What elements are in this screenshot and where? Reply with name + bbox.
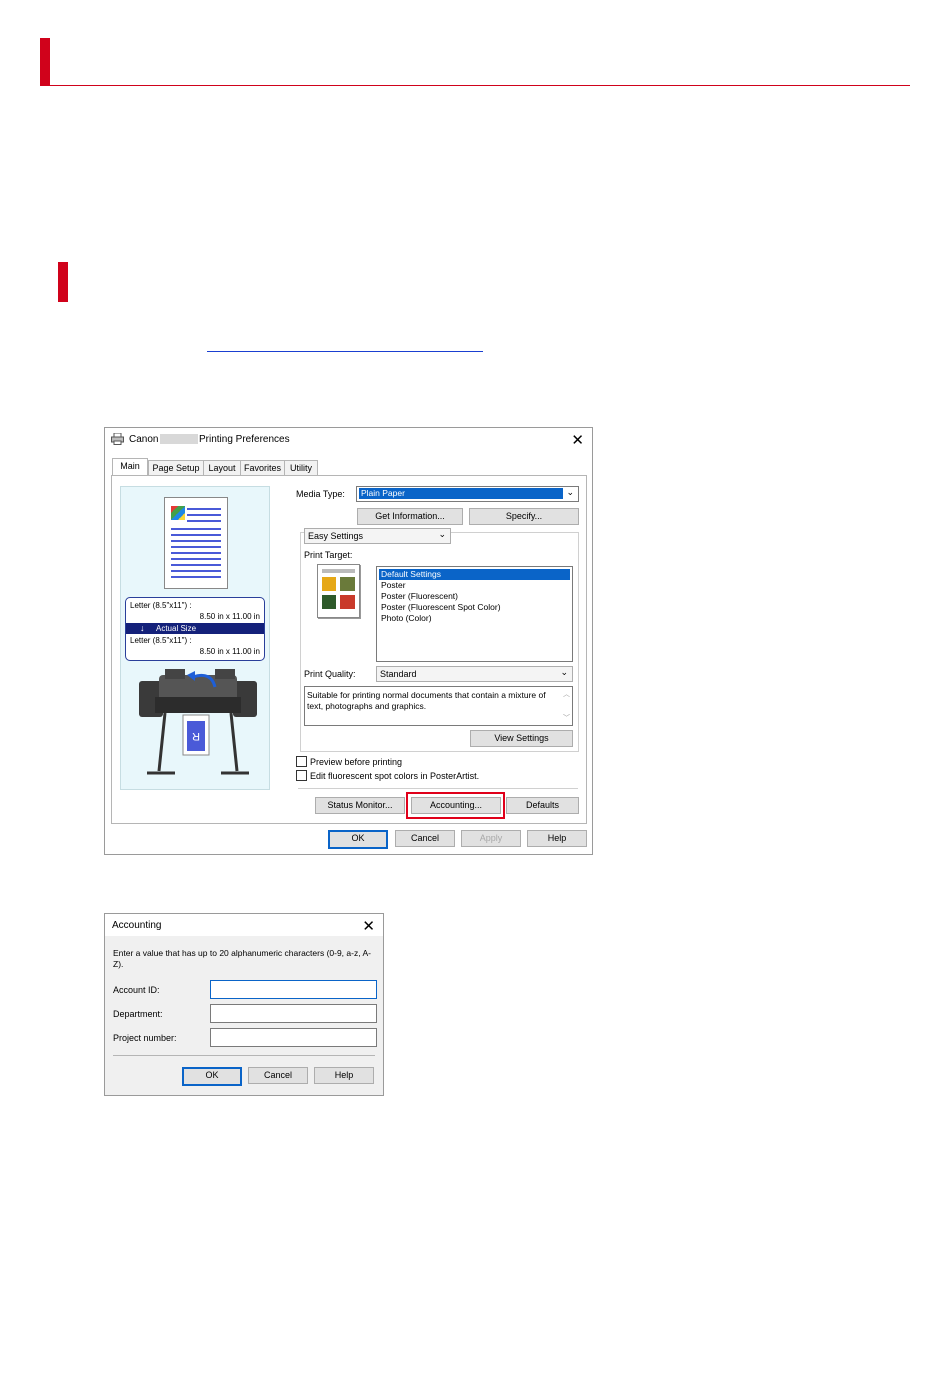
heading-rule — [40, 85, 910, 86]
paper-size-info: Letter (8.5"x11") : 8.50 in x 11.00 in ↓… — [125, 597, 265, 661]
tab-main[interactable]: Main — [112, 458, 148, 476]
media-type-value: Plain Paper — [359, 488, 563, 499]
input-paper-size: 8.50 in x 11.00 in — [199, 612, 260, 621]
page-thumbnail — [164, 497, 228, 589]
preview-checkbox-label: Preview before printing — [310, 757, 403, 767]
print-quality-value: Standard — [380, 669, 417, 679]
list-item[interactable]: Poster (Fluorescent Spot Color) — [379, 602, 570, 613]
print-target-list[interactable]: Default Settings Poster Poster (Fluoresc… — [376, 566, 573, 662]
apply-button[interactable]: Apply — [461, 830, 521, 847]
tab-utility[interactable]: Utility — [284, 460, 318, 475]
print-preview: Letter (8.5"x11") : 8.50 in x 11.00 in ↓… — [120, 486, 270, 790]
printer-illustration: R — [139, 669, 257, 775]
project-number-label: Project number: — [113, 1033, 177, 1043]
title-bar: Canon Printing Preferences ✕ — [105, 428, 592, 450]
mode-value: Easy Settings — [308, 531, 364, 541]
title-bar: Accounting ✕ — [105, 914, 383, 936]
ok-button[interactable]: OK — [328, 830, 388, 849]
heading-bar — [40, 38, 50, 86]
printer-icon — [111, 433, 124, 445]
redacted-model-name — [160, 434, 198, 444]
highlight-box — [406, 792, 505, 819]
fluorescent-checkbox[interactable] — [296, 770, 307, 781]
help-button[interactable]: Help — [314, 1067, 374, 1084]
chevron-down-icon: ⌄ — [560, 667, 568, 677]
fluorescent-checkbox-label: Edit fluorescent spot colors in PosterAr… — [310, 771, 480, 781]
main-tab-panel: Letter (8.5"x11") : 8.50 in x 11.00 in ↓… — [111, 475, 587, 824]
printing-preferences-dialog: Canon Printing Preferences ✕ Main Page S… — [104, 427, 593, 855]
target-thumbnail — [317, 564, 360, 618]
dialog-title: Accounting — [112, 920, 162, 931]
print-target-label: Print Target: — [304, 550, 353, 560]
media-type-label: Media Type: — [296, 489, 345, 499]
specify-button[interactable]: Specify... — [469, 508, 579, 525]
list-item[interactable]: Poster (Fluorescent) — [379, 591, 570, 602]
tab-favorites[interactable]: Favorites — [240, 460, 285, 475]
help-button[interactable]: Help — [527, 830, 587, 847]
list-item[interactable]: Poster — [379, 580, 570, 591]
list-item[interactable]: Default Settings — [379, 569, 570, 580]
preview-checkbox[interactable] — [296, 756, 307, 767]
output-paper-label: Letter (8.5"x11") : — [130, 636, 192, 645]
tab-page-setup[interactable]: Page Setup — [148, 460, 204, 475]
department-label: Department: — [113, 1009, 163, 1019]
description-text: Suitable for printing normal documents t… — [307, 690, 546, 711]
title-prefix: Canon — [129, 434, 159, 445]
link-underline[interactable] — [207, 351, 483, 352]
account-id-label: Account ID: — [113, 985, 160, 995]
cancel-button[interactable]: Cancel — [395, 830, 455, 847]
close-icon[interactable]: ✕ — [362, 917, 375, 935]
view-settings-button[interactable]: View Settings — [470, 730, 573, 747]
print-quality-select[interactable]: Standard ⌄ — [376, 666, 573, 682]
title-suffix: Printing Preferences — [199, 434, 290, 445]
cancel-button[interactable]: Cancel — [248, 1067, 308, 1084]
scaling-row: ↓ Actual Size — [126, 623, 264, 634]
scaling-label: Actual Size — [156, 624, 197, 633]
list-item[interactable]: Photo (Color) — [379, 613, 570, 624]
divider — [298, 788, 578, 789]
get-information-button[interactable]: Get Information... — [357, 508, 463, 525]
image-thumbnail-icon — [171, 506, 185, 520]
subheading-bar — [58, 262, 68, 302]
chevron-down-icon: ⌄ — [566, 487, 574, 497]
input-paper-label: Letter (8.5"x11") : — [130, 601, 192, 610]
project-number-input[interactable] — [210, 1028, 377, 1047]
mode-select[interactable]: Easy Settings ⌄ — [304, 528, 451, 544]
defaults-button[interactable]: Defaults — [506, 797, 579, 814]
account-id-input[interactable] — [210, 980, 377, 999]
accounting-dialog: Accounting ✕ Enter a value that has up t… — [104, 913, 384, 1096]
scroll-down-icon[interactable]: ﹀ — [563, 713, 570, 723]
output-paper-size: 8.50 in x 11.00 in — [199, 647, 260, 656]
ok-button[interactable]: OK — [182, 1067, 242, 1086]
scroll-up-icon[interactable]: ︿ — [563, 689, 570, 699]
status-monitor-button[interactable]: Status Monitor... — [315, 797, 405, 814]
chevron-down-icon: ⌄ — [438, 529, 446, 539]
divider — [113, 1055, 375, 1056]
instruction-text: Enter a value that has up to 20 alphanum… — [113, 948, 371, 969]
arrow-down-icon: ↓ — [140, 623, 145, 633]
close-icon[interactable]: ✕ — [571, 431, 584, 449]
svg-text:R: R — [192, 730, 200, 742]
media-type-select[interactable]: Plain Paper ⌄ — [356, 486, 579, 502]
description-box: Suitable for printing normal documents t… — [304, 686, 573, 726]
print-quality-label: Print Quality: — [304, 669, 356, 679]
tab-layout[interactable]: Layout — [203, 460, 241, 475]
department-input[interactable] — [210, 1004, 377, 1023]
